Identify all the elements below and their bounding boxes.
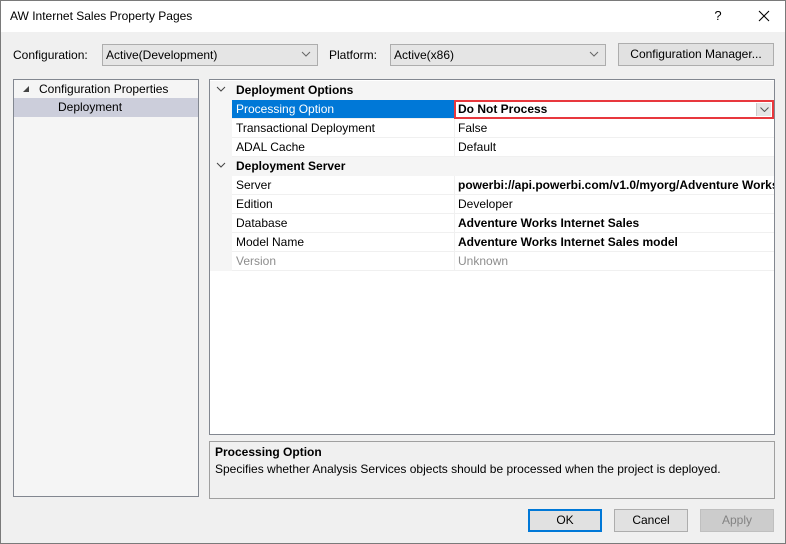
window-title: AW Internet Sales Property Pages [10, 9, 193, 23]
configuration-label: Configuration: [13, 48, 88, 62]
configuration-dropdown[interactable]: Active(Development) [102, 44, 318, 66]
expanded-triangle-icon[interactable] [23, 86, 29, 92]
configuration-value: Active(Development) [106, 48, 218, 62]
collapse-chevron-icon[interactable] [216, 162, 226, 168]
collapse-chevron-icon[interactable] [216, 86, 226, 92]
tree-item-label: Deployment [58, 100, 123, 114]
property-value[interactable]: powerbi://api.powerbi.com/v1.0/myorg/Adv… [454, 176, 774, 195]
property-name: Transactional Deployment [232, 119, 454, 138]
property-row-edition[interactable]: Edition Developer [210, 195, 774, 214]
property-row-model-name[interactable]: Model Name Adventure Works Internet Sale… [210, 233, 774, 252]
property-value[interactable]: Adventure Works Internet Sales model [454, 233, 774, 252]
property-grid: Deployment Options Processing Option Do … [209, 79, 775, 435]
property-name: ADAL Cache [232, 138, 454, 157]
configuration-manager-button[interactable]: Configuration Manager... [618, 43, 774, 66]
property-pages-dialog: AW Internet Sales Property Pages ? Confi… [0, 0, 786, 544]
tree-item-label: Configuration Properties [39, 82, 169, 96]
chevron-down-icon [589, 51, 599, 57]
category-name: Deployment Server [236, 159, 346, 173]
property-row-processing-option[interactable]: Processing Option Do Not Process [210, 100, 774, 119]
property-row-database[interactable]: Database Adventure Works Internet Sales [210, 214, 774, 233]
tree-item-configuration-properties[interactable]: Configuration Properties [14, 80, 198, 99]
close-icon [758, 10, 770, 22]
property-row-adal-cache[interactable]: ADAL Cache Default [210, 138, 774, 157]
property-value[interactable]: False [454, 119, 774, 138]
property-value: Unknown [454, 252, 774, 271]
property-name: Database [232, 214, 454, 233]
platform-value: Active(x86) [394, 48, 455, 62]
property-value[interactable]: Default [454, 138, 774, 157]
property-name: Model Name [232, 233, 454, 252]
apply-button: Apply [700, 509, 774, 532]
property-row-version[interactable]: Version Unknown [210, 252, 774, 271]
property-name: Processing Option [232, 100, 454, 119]
property-row-transactional-deployment[interactable]: Transactional Deployment False [210, 119, 774, 138]
tree-item-deployment[interactable]: Deployment [14, 98, 198, 117]
dropdown-button[interactable] [756, 103, 771, 116]
category-deployment-options[interactable]: Deployment Options [210, 81, 774, 100]
property-value[interactable]: Adventure Works Internet Sales [454, 214, 774, 233]
help-button[interactable]: ? [703, 3, 733, 29]
property-value: Do Not Process [458, 102, 548, 116]
property-value[interactable]: Developer [454, 195, 774, 214]
chevron-down-icon [301, 51, 311, 57]
platform-label: Platform: [329, 48, 378, 62]
ok-button[interactable]: OK [528, 509, 602, 532]
property-name: Edition [232, 195, 454, 214]
platform-dropdown[interactable]: Active(x86) [390, 44, 606, 66]
category-deployment-server[interactable]: Deployment Server [210, 157, 774, 176]
chevron-down-icon [760, 107, 769, 112]
property-name: Version [232, 252, 454, 271]
title-bar: AW Internet Sales Property Pages ? [1, 1, 785, 32]
description-text: Specifies whether Analysis Services obje… [215, 462, 721, 476]
description-panel: Processing Option Specifies whether Anal… [209, 441, 775, 499]
category-name: Deployment Options [236, 83, 354, 97]
property-row-server[interactable]: Server powerbi://api.powerbi.com/v1.0/my… [210, 176, 774, 195]
close-button[interactable] [749, 3, 779, 29]
description-title: Processing Option [215, 445, 322, 459]
processing-option-dropdown[interactable]: Do Not Process [454, 100, 774, 119]
configuration-tree: Configuration Properties Deployment [13, 79, 199, 497]
property-name: Server [232, 176, 454, 195]
cancel-button[interactable]: Cancel [614, 509, 688, 532]
